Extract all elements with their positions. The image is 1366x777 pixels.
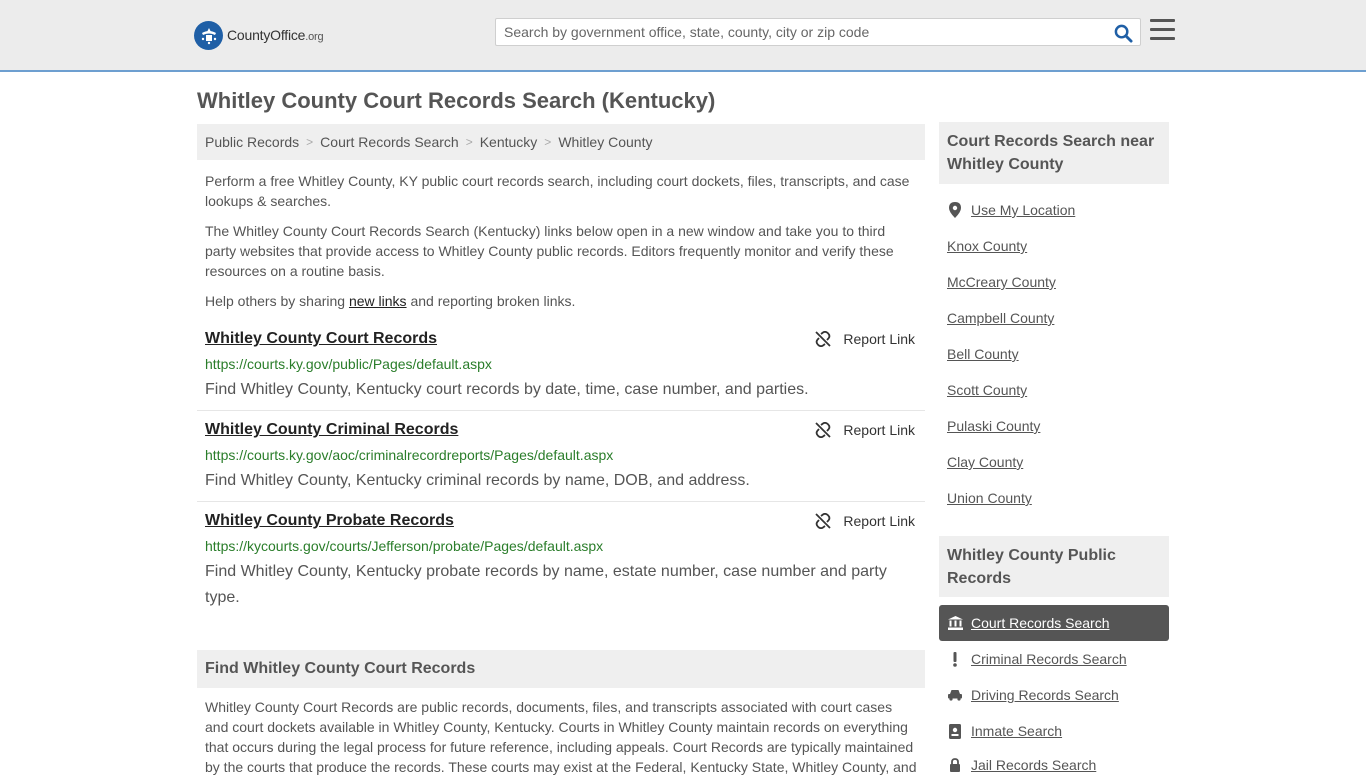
record-item: Whitley County Criminal Records Report L… (197, 421, 925, 501)
bank-icon (947, 616, 963, 630)
search-input[interactable] (496, 19, 1096, 45)
chevron-right-icon: > (306, 135, 314, 149)
nearby-county-link[interactable]: Union County (947, 490, 1032, 506)
logo-suffix: .org (305, 31, 324, 43)
sidebar-link-label: Criminal Records Search (971, 651, 1127, 667)
report-link-button[interactable]: Report Link (815, 331, 915, 347)
logo-text: CountyOffice.org (227, 27, 324, 43)
record-item: Whitley County Court Records Report Link… (197, 330, 925, 410)
lock-icon (947, 757, 963, 773)
broken-link-icon (815, 422, 832, 438)
sidebar-link-label: Jail Records Search (971, 757, 1097, 773)
nearby-county-link[interactable]: Pulaski County (947, 418, 1040, 434)
broken-link-icon (815, 513, 832, 529)
top-bar: CountyOffice.org (0, 0, 1366, 72)
sidebar-link-label: Driving Records Search (971, 687, 1119, 703)
nearby-county-link[interactable]: Knox County (947, 238, 1027, 254)
record-title-link[interactable]: Whitley County Court Records (205, 330, 437, 348)
sidebar-inmate-search[interactable]: Inmate Search (947, 723, 1062, 739)
report-link-button[interactable]: Report Link (815, 422, 915, 438)
car-icon (947, 689, 963, 701)
help-text: and reporting broken links. (406, 293, 576, 309)
logo-name: CountyOffice (227, 27, 306, 43)
hamburger-menu-button[interactable] (1150, 19, 1175, 43)
sidebar-link-label: Court Records Search (971, 615, 1110, 631)
sidebar-court-records-search[interactable]: Court Records Search (939, 605, 1169, 641)
new-links-link[interactable]: new links (349, 293, 407, 309)
report-link-button[interactable]: Report Link (815, 513, 915, 529)
menu-bar-icon (1150, 28, 1175, 31)
breadcrumb-public-records[interactable]: Public Records (205, 134, 299, 150)
search-button[interactable] (1112, 22, 1134, 44)
sidebar-jail-records-search[interactable]: Jail Records Search (947, 757, 1096, 773)
id-badge-icon (947, 723, 963, 739)
intro-text: Perform a free Whitley County, KY public… (205, 171, 917, 321)
sidebar-link-label: Inmate Search (971, 723, 1063, 739)
sidebar-nearby-heading: Court Records Search near Whitley County (939, 122, 1169, 184)
breadcrumb-whitley-county[interactable]: Whitley County (558, 134, 652, 150)
report-link-label: Report Link (843, 422, 915, 438)
find-section-body: Whitley County Court Records are public … (205, 699, 917, 775)
menu-bar-icon (1150, 19, 1175, 22)
nearby-county-link[interactable]: McCreary County (947, 274, 1056, 290)
nearby-county-link[interactable]: Clay County (947, 454, 1023, 470)
broken-link-icon (815, 331, 832, 347)
intro-paragraph: Help others by sharing new links and rep… (205, 291, 917, 311)
logo-badge-icon (194, 20, 223, 50)
record-url: https://courts.ky.gov/aoc/criminalrecord… (205, 447, 614, 463)
intro-paragraph: Perform a free Whitley County, KY public… (205, 173, 910, 209)
record-title-link[interactable]: Whitley County Probate Records (205, 512, 454, 530)
breadcrumb-court-records-search[interactable]: Court Records Search (320, 134, 459, 150)
record-divider (197, 501, 925, 502)
nearby-county-link[interactable]: Bell County (947, 346, 1019, 362)
search-box (495, 18, 1141, 46)
report-link-label: Report Link (843, 331, 915, 347)
report-link-label: Report Link (843, 513, 915, 529)
breadcrumb: Public Records > Court Records Search > … (197, 124, 925, 160)
site-logo[interactable]: CountyOffice.org (194, 20, 324, 50)
sidebar-criminal-records-search[interactable]: Criminal Records Search (947, 651, 1127, 667)
record-url: https://kycourts.gov/courts/Jefferson/pr… (205, 538, 604, 554)
record-url: https://courts.ky.gov/public/Pages/defau… (205, 356, 492, 372)
sidebar-public-records-heading: Whitley County Public Records (939, 536, 1169, 597)
nearby-county-link[interactable]: Campbell County (947, 310, 1054, 326)
exclamation-icon (947, 651, 963, 667)
record-title-link[interactable]: Whitley County Criminal Records (205, 421, 458, 439)
chevron-right-icon: > (465, 135, 473, 149)
use-my-location-label: Use My Location (971, 202, 1076, 218)
sidebar-driving-records-search[interactable]: Driving Records Search (947, 687, 1119, 703)
breadcrumb-kentucky[interactable]: Kentucky (480, 134, 538, 150)
record-item: Whitley County Probate Records Report Li… (197, 512, 925, 612)
page-title: Whitley County Court Records Search (Ken… (197, 88, 716, 113)
chevron-right-icon: > (544, 135, 552, 149)
search-icon (1114, 24, 1133, 43)
map-marker-icon (947, 202, 963, 218)
record-divider (197, 410, 925, 411)
record-description: Find Whitley County, Kentucky probate re… (205, 563, 887, 606)
nearby-county-link[interactable]: Scott County (947, 382, 1027, 398)
intro-paragraph: The Whitley County Court Records Search … (205, 223, 894, 279)
help-text: Help others by sharing (205, 293, 349, 309)
menu-bar-icon (1150, 37, 1175, 40)
record-description: Find Whitley County, Kentucky court reco… (205, 381, 809, 398)
use-my-location-link[interactable]: Use My Location (947, 202, 1075, 218)
find-section-heading: Find Whitley County Court Records (197, 650, 925, 688)
record-description: Find Whitley County, Kentucky criminal r… (205, 472, 750, 489)
